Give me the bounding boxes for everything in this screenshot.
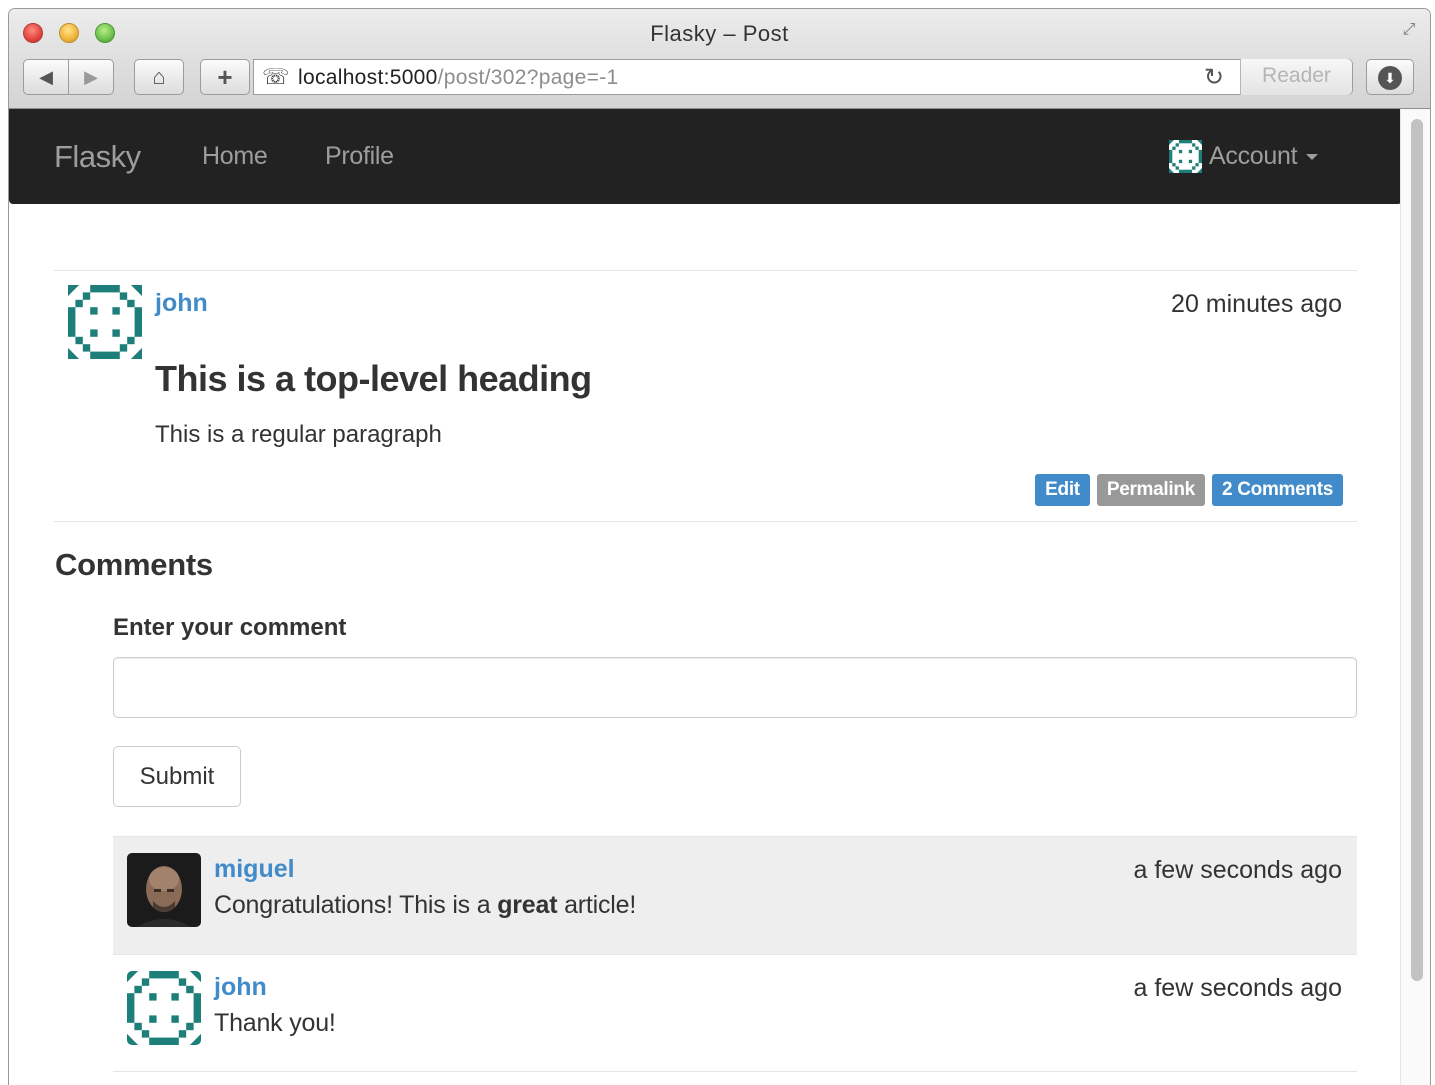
account-avatar (1169, 140, 1202, 173)
browser-window: Flasky – Post ⤢ ◀ ▶ ⌂ + ☏ localhost:5000… (8, 8, 1431, 1085)
edit-button[interactable]: Edit (1035, 474, 1090, 506)
comments-heading: Comments (55, 547, 213, 582)
plus-icon: + (217, 62, 233, 92)
new-tab-button[interactable]: + (200, 59, 250, 95)
comment-item: john a few seconds ago Thank you! (113, 954, 1357, 1072)
address-bar[interactable]: ☏ localhost:5000/post/302?page=-1 ↻ Read… (253, 59, 1353, 95)
post-author-link[interactable]: john (155, 289, 208, 318)
navbar-brand[interactable]: Flasky (54, 139, 141, 175)
back-arrow-icon: ◀ (39, 67, 53, 87)
comment-author-avatar[interactable] (127, 971, 201, 1045)
comment-item: miguel a few seconds ago Congratulations… (113, 836, 1357, 954)
scrollbar-thumb[interactable] (1411, 119, 1423, 981)
post-item: john 20 minutes ago This is a top-level … (54, 270, 1357, 522)
download-icon: ⬇ (1378, 66, 1402, 91)
url-host: localhost:5000 (298, 66, 438, 89)
home-button[interactable]: ⌂ (134, 59, 184, 95)
comment-author-avatar[interactable] (127, 853, 201, 927)
chevron-down-icon (1306, 153, 1319, 160)
comments-count-button[interactable]: 2 Comments (1211, 474, 1343, 506)
url-text[interactable]: localhost:5000/post/302?page=-1 (298, 66, 618, 90)
post-timestamp: 20 minutes ago (1171, 290, 1342, 318)
nav-profile-link[interactable]: Profile (325, 142, 394, 171)
forward-button[interactable]: ▶ (68, 59, 114, 95)
comment-bold-text: great (497, 891, 558, 919)
navbar: Flasky Home Profile Account (9, 109, 1402, 204)
comment-text: Congratulations! This is a (214, 891, 498, 919)
nav-home-link[interactable]: Home (202, 142, 268, 171)
comment-input[interactable] (113, 657, 1357, 718)
post-paragraph: This is a regular paragraph (155, 421, 442, 448)
comment-body: Congratulations! This is a great article… (214, 891, 636, 920)
page-viewport: Flasky Home Profile Account john 20 minu… (9, 109, 1402, 1085)
comment-author-link[interactable]: john (214, 973, 267, 1002)
downloads-button[interactable]: ⬇ (1366, 59, 1414, 95)
account-dropdown[interactable]: Account (1169, 140, 1319, 173)
forward-arrow-icon: ▶ (84, 67, 98, 87)
post-author-avatar[interactable] (68, 285, 142, 359)
permalink-button[interactable]: Permalink (1096, 474, 1205, 506)
comment-text: article! (557, 891, 637, 919)
account-label: Account (1209, 142, 1298, 170)
submit-button[interactable]: Submit (113, 746, 241, 807)
comment-field-label: Enter your comment (113, 614, 347, 641)
post-heading: This is a top-level heading (155, 358, 592, 399)
comment-author-link[interactable]: miguel (214, 855, 295, 884)
reader-button[interactable]: Reader (1240, 59, 1352, 95)
fullscreen-icon[interactable]: ⤢ (1398, 19, 1420, 41)
back-button[interactable]: ◀ (23, 59, 69, 95)
comment-timestamp: a few seconds ago (1133, 856, 1342, 884)
comment-body: Thank you! (214, 1009, 336, 1037)
browser-toolbar: Flasky – Post ⤢ ◀ ▶ ⌂ + ☏ localhost:5000… (9, 9, 1430, 109)
site-icon: ☏ (262, 64, 290, 89)
post-actions: Edit Permalink 2 Comments (1035, 474, 1343, 506)
comment-timestamp: a few seconds ago (1133, 974, 1342, 1002)
reload-icon[interactable]: ↻ (1204, 63, 1224, 92)
window-title: Flasky – Post (650, 21, 789, 46)
url-path: /post/302?page=-1 (437, 66, 619, 89)
home-icon: ⌂ (152, 64, 166, 89)
vertical-scrollbar[interactable] (1400, 109, 1430, 1085)
